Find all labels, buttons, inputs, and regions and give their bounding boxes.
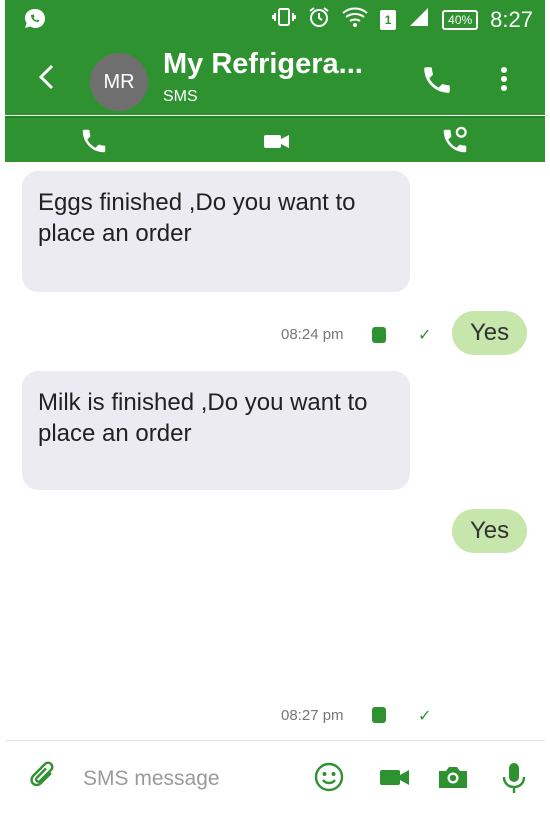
location-call-icon[interactable] [440,126,472,158]
whatsapp-icon [23,8,47,35]
sim-slot-indicator: 1 [380,9,397,30]
message-time: 08:27 pm [281,707,344,724]
video-icon[interactable] [378,761,412,795]
sms-message-input[interactable] [83,761,293,797]
emoji-icon[interactable] [313,761,347,795]
conversation-title[interactable]: My Refrigera... [163,48,363,81]
battery-indicator: 40% [442,9,479,30]
back-icon[interactable] [33,62,63,92]
app-bar: MR My Refrigera... SMS [5,40,545,115]
check-icon: ✓ [418,708,432,725]
composer [5,741,545,815]
alarm-icon [308,6,330,33]
wifi-icon [342,6,368,33]
vibrate-icon [272,7,297,32]
conversation-subtitle: SMS [163,88,198,105]
video-icon[interactable] [261,126,293,158]
more-icon[interactable] [495,62,513,96]
attach-icon[interactable] [27,761,61,795]
incoming-message[interactable]: Eggs finished ,Do you want to place an o… [22,171,410,292]
sim-icon [372,707,386,723]
signal-icon [408,7,430,32]
mic-icon[interactable] [500,761,534,795]
avatar[interactable]: MR [90,53,148,111]
call-actions-bar [5,116,545,162]
camera-icon[interactable] [436,761,470,795]
outgoing-message[interactable]: Yes [452,311,528,355]
phone-icon[interactable] [79,126,111,158]
message-time: 08:24 pm [281,326,344,343]
sim-icon [372,327,386,343]
status-bar: 1 40% 8:27 [5,0,545,40]
check-icon: ✓ [418,327,432,344]
status-time: 8:27 [490,6,533,32]
phone-icon[interactable] [420,63,454,97]
outgoing-message[interactable]: Yes [452,509,528,553]
incoming-message[interactable]: Milk is finished ,Do you want to place a… [22,371,410,490]
